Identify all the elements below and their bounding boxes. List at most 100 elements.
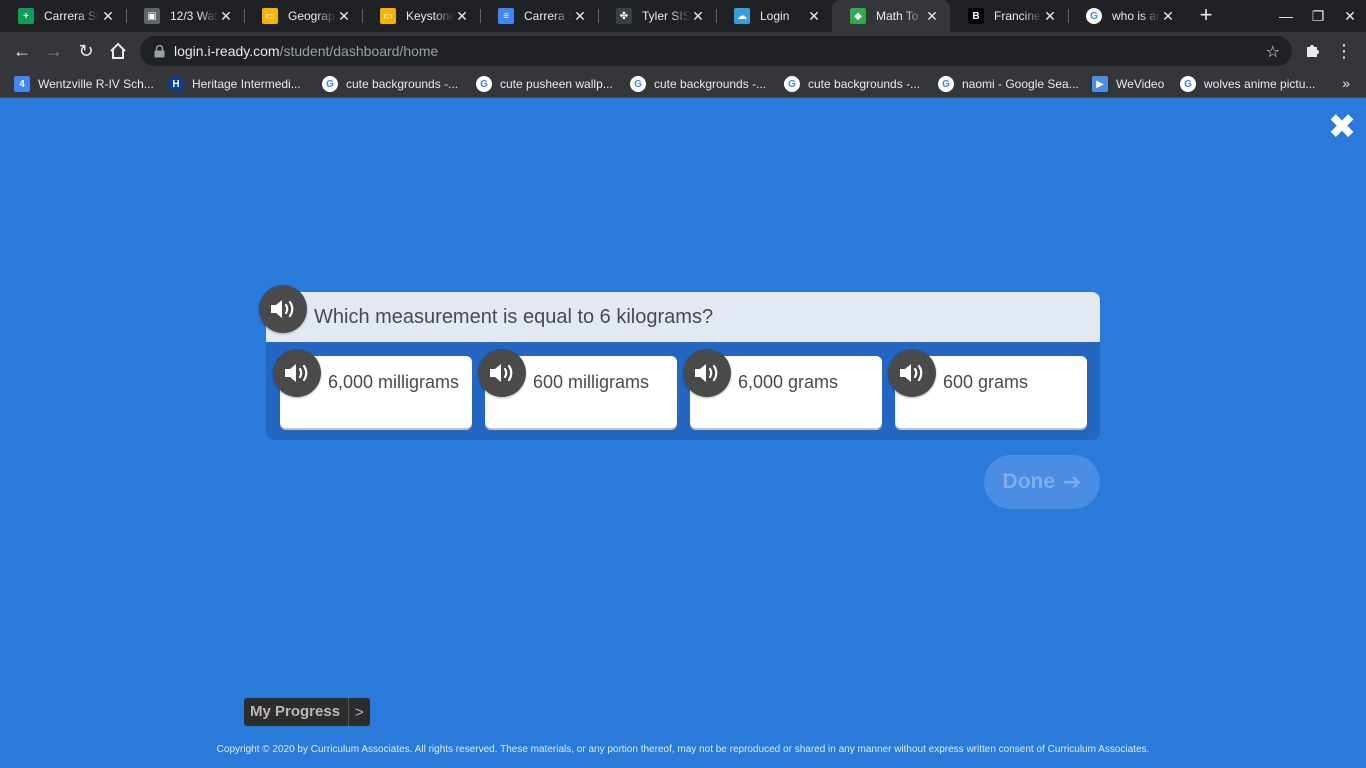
tab-title: Geography: [288, 9, 336, 23]
bookmarks-bar: 4 Wentzville R-IV Sch... H Heritage Inte…: [0, 70, 1366, 98]
lesson-page: ✖ Which measurement is equal to 6 kilogr…: [0, 99, 1366, 768]
wevideo-icon: ▶: [1092, 76, 1108, 92]
tab-1[interactable]: ▣ 12/3 Watch ✕: [126, 0, 244, 32]
answer-label: 6,000 grams: [738, 372, 839, 392]
restore-button[interactable]: ❐: [1302, 0, 1334, 32]
tab-4[interactable]: ≡ Carrera Stu ✕: [480, 0, 598, 32]
speaker-icon: [900, 364, 923, 382]
tab-9[interactable]: G who is an ✕: [1068, 0, 1186, 32]
close-icon[interactable]: ✕: [572, 8, 588, 24]
tab-3[interactable]: ▭ Keystone ✕: [362, 0, 480, 32]
speaker-icon: [490, 364, 513, 382]
close-window-button[interactable]: ✕: [1334, 0, 1366, 32]
bookmark-label: cute pusheen wallp...: [500, 77, 613, 91]
extensions-button[interactable]: [1298, 37, 1326, 65]
close-lesson-button[interactable]: ✖: [1326, 110, 1358, 144]
tab-title: Keystone: [406, 9, 454, 23]
tyler-sis-icon: ✤: [616, 8, 632, 24]
url-path: /student/dashboard/home: [279, 43, 439, 59]
cloud-icon: ☁: [734, 8, 750, 24]
tab-7-active[interactable]: ◆ Math To Do ✕: [832, 0, 950, 32]
home-button[interactable]: [104, 37, 132, 65]
bookmark-item[interactable]: 4 Wentzville R-IV Sch...: [14, 76, 154, 92]
close-icon[interactable]: ✕: [1160, 8, 1176, 24]
bookmark-label: cute backgrounds -...: [654, 77, 767, 91]
url-text: login.i-ready.com/student/dashboard/home: [174, 43, 438, 59]
answer-label: 600 milligrams: [533, 372, 650, 392]
puzzle-icon: [1307, 45, 1319, 57]
calendar-icon: 4: [14, 76, 30, 92]
my-progress-label: My Progress: [244, 698, 350, 726]
close-icon[interactable]: ✕: [336, 8, 352, 24]
minimize-button[interactable]: —: [1270, 0, 1302, 32]
bookmark-label: cute backgrounds -...: [346, 77, 459, 91]
close-icon[interactable]: ✕: [690, 8, 706, 24]
tab-title: 12/3 Watch: [170, 9, 218, 23]
answer-4-speaker-button[interactable]: [888, 349, 936, 397]
back-button[interactable]: ←: [8, 37, 36, 65]
close-icon[interactable]: ✕: [806, 8, 822, 24]
bookmark-star-icon[interactable]: ☆: [1266, 42, 1280, 62]
close-icon[interactable]: ✕: [454, 8, 470, 24]
tab-8[interactable]: B Francine ✕: [950, 0, 1068, 32]
forward-button[interactable]: →: [40, 37, 68, 65]
sheets-icon: +: [18, 8, 34, 24]
bookmark-label: wolves anime pictu...: [1204, 77, 1316, 91]
tab-5[interactable]: ✤ Tyler SIS 1 ✕: [598, 0, 716, 32]
answer-3-speaker-button[interactable]: [683, 349, 731, 397]
bookmark-item[interactable]: G cute backgrounds -...: [630, 76, 766, 92]
more-bookmarks-icon[interactable]: »: [1342, 75, 1350, 91]
home-icon: [110, 42, 126, 59]
close-icon[interactable]: ✕: [100, 8, 116, 24]
new-tab-button[interactable]: +: [1194, 4, 1218, 28]
tab-2[interactable]: ▭ Geography ✕: [244, 0, 362, 32]
done-button[interactable]: Done ➔: [984, 455, 1100, 509]
reload-button[interactable]: ↻: [72, 37, 100, 65]
iready-icon: ◆: [850, 8, 866, 24]
bookmark-label: Heritage Intermedi...: [192, 77, 301, 91]
tab-title: Carrera Stu: [524, 9, 572, 23]
classroom-icon: ▣: [144, 8, 160, 24]
tab-title: Math To Do: [876, 9, 924, 23]
close-icon[interactable]: ✕: [1042, 8, 1058, 24]
lock-icon: [154, 44, 165, 57]
google-icon: G: [630, 76, 646, 92]
bookmark-item[interactable]: G cute backgrounds -...: [322, 76, 458, 92]
answer-1-speaker-button[interactable]: [273, 349, 321, 397]
tab-title: Francine: [994, 9, 1041, 23]
speaker-icon: [695, 364, 718, 382]
tab-title: who is an: [1112, 9, 1160, 23]
tab-strip: + Carrera Stu ✕ ▣ 12/3 Watch ✕ ▭ Geograp…: [0, 0, 1366, 32]
close-icon[interactable]: ✕: [924, 8, 940, 24]
slides-icon: ▭: [262, 8, 278, 24]
slides-icon: ▭: [380, 8, 396, 24]
url-host: login.i-ready.com: [174, 43, 280, 59]
arrow-right-icon: ➔: [1063, 469, 1082, 494]
address-bar[interactable]: login.i-ready.com/student/dashboard/home…: [140, 36, 1292, 66]
menu-button[interactable]: ⋮: [1330, 37, 1358, 65]
google-icon: G: [784, 76, 800, 92]
answer-label: 6,000 milligrams: [328, 372, 460, 392]
tab-0[interactable]: + Carrera Stu ✕: [0, 0, 126, 32]
google-icon: G: [1086, 8, 1102, 24]
school-icon: H: [168, 76, 184, 92]
tab-6[interactable]: ☁ Login ✕: [716, 0, 832, 32]
bookmark-item[interactable]: G naomi - Google Sea...: [938, 76, 1079, 92]
chevron-right-icon: >: [355, 703, 364, 721]
google-icon: G: [476, 76, 492, 92]
speaker-icon: [271, 300, 294, 318]
answer-label: 600 grams: [943, 372, 1029, 392]
bookmark-item[interactable]: G wolves anime pictu...: [1180, 76, 1315, 92]
google-icon: G: [1180, 76, 1196, 92]
answer-2-speaker-button[interactable]: [478, 349, 526, 397]
done-label: Done: [1002, 470, 1056, 493]
bookmark-item[interactable]: ▶ WeVideo: [1092, 76, 1164, 92]
question-speaker-button[interactable]: [259, 285, 307, 333]
my-progress-button[interactable]: My Progress >: [244, 698, 370, 726]
copyright-text: Copyright © 2020 by Curriculum Associate…: [216, 744, 1150, 755]
close-icon[interactable]: ✕: [218, 8, 234, 24]
docs-icon: ≡: [498, 8, 514, 24]
bookmark-item[interactable]: G cute pusheen wallp...: [476, 76, 613, 92]
bookmark-item[interactable]: G cute backgrounds -...: [784, 76, 920, 92]
bookmark-item[interactable]: H Heritage Intermedi...: [168, 76, 301, 92]
